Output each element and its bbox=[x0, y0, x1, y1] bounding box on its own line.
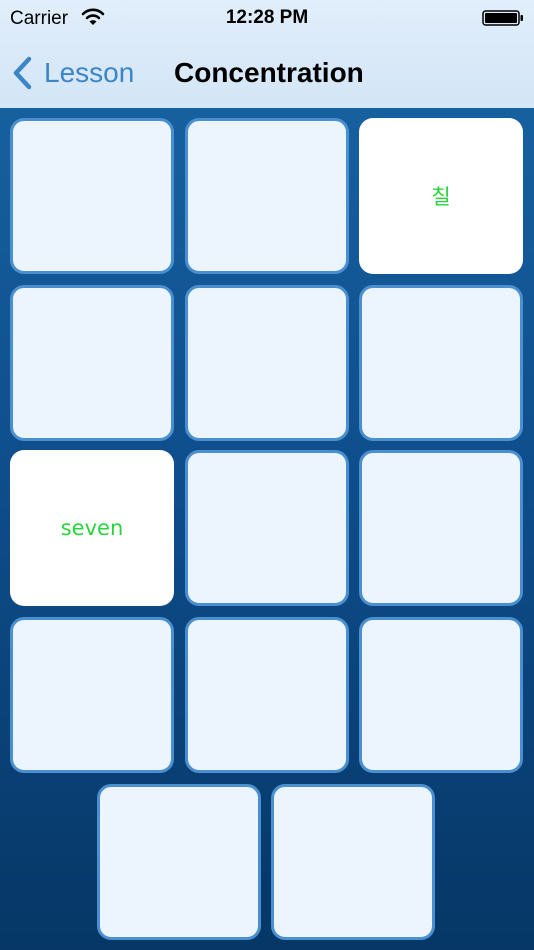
card-4-text bbox=[13, 288, 171, 438]
card-3-text: 칠 bbox=[431, 185, 451, 209]
card-12[interactable] bbox=[359, 617, 523, 773]
card-8-text bbox=[188, 453, 346, 603]
card-3[interactable]: 칠 bbox=[359, 118, 523, 274]
card-6[interactable] bbox=[359, 285, 523, 441]
card-10-text bbox=[13, 620, 171, 770]
card-5[interactable] bbox=[185, 285, 349, 441]
card-9-text bbox=[362, 453, 520, 603]
page-title: Concentration bbox=[174, 57, 364, 88]
card-2-text bbox=[188, 121, 346, 271]
card-13[interactable] bbox=[97, 784, 261, 940]
card-7[interactable]: seven bbox=[10, 450, 174, 606]
card-10[interactable] bbox=[10, 617, 174, 773]
card-9[interactable] bbox=[359, 450, 523, 606]
card-8[interactable] bbox=[185, 450, 349, 606]
top-bar: Carrier 12:28 PM Lesson Concentration bbox=[0, 0, 534, 108]
card-1[interactable] bbox=[10, 118, 174, 274]
back-button[interactable]: Lesson bbox=[10, 53, 134, 93]
chevron-left-icon bbox=[13, 56, 32, 90]
status-bar: Carrier 12:28 PM bbox=[0, 0, 534, 38]
card-5-text bbox=[188, 288, 346, 438]
status-time: 12:28 PM bbox=[225, 7, 309, 28]
card-13-text bbox=[100, 787, 258, 937]
card-7-text: seven bbox=[60, 516, 124, 540]
card-1-text bbox=[13, 121, 171, 271]
card-14-text bbox=[274, 787, 432, 937]
card-board: 칠 seven bbox=[0, 108, 534, 950]
card-14[interactable] bbox=[271, 784, 435, 940]
card-4[interactable] bbox=[10, 285, 174, 441]
back-button-label: Lesson bbox=[44, 57, 135, 88]
card-12-text bbox=[362, 620, 520, 770]
navigation-bar: Lesson Concentration bbox=[0, 38, 534, 108]
card-11[interactable] bbox=[185, 617, 349, 773]
card-11-text bbox=[188, 620, 346, 770]
card-6-text bbox=[362, 288, 520, 438]
battery-icon bbox=[482, 10, 523, 26]
card-2[interactable] bbox=[185, 118, 349, 274]
